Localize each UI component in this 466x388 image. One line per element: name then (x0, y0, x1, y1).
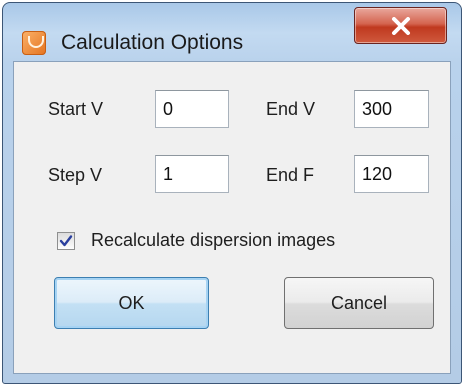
title-bar[interactable]: Calculation Options (3, 3, 461, 59)
start-v-input[interactable] (155, 90, 229, 128)
dialog-window: Calculation Options Start V End V Step V… (2, 2, 462, 384)
close-icon (391, 16, 410, 35)
app-icon (22, 31, 46, 55)
end-f-label: End F (266, 165, 315, 185)
end-f-input[interactable] (354, 155, 429, 193)
close-button[interactable] (354, 7, 447, 44)
end-v-input[interactable] (354, 90, 429, 128)
dialog-body: Start V End V Step V End F Recalculate d… (13, 61, 451, 374)
step-v-label: Step V (48, 165, 103, 185)
recalculate-label[interactable]: Recalculate dispersion images (91, 230, 335, 251)
checkmark-icon (59, 235, 73, 247)
cancel-button[interactable]: Cancel (284, 277, 434, 329)
end-v-label: End V (266, 99, 316, 119)
step-v-input[interactable] (155, 155, 229, 193)
ok-button[interactable]: OK (54, 277, 209, 329)
recalculate-checkbox[interactable] (57, 232, 75, 250)
start-v-label: Start V (48, 99, 104, 119)
window-title: Calculation Options (61, 31, 244, 54)
